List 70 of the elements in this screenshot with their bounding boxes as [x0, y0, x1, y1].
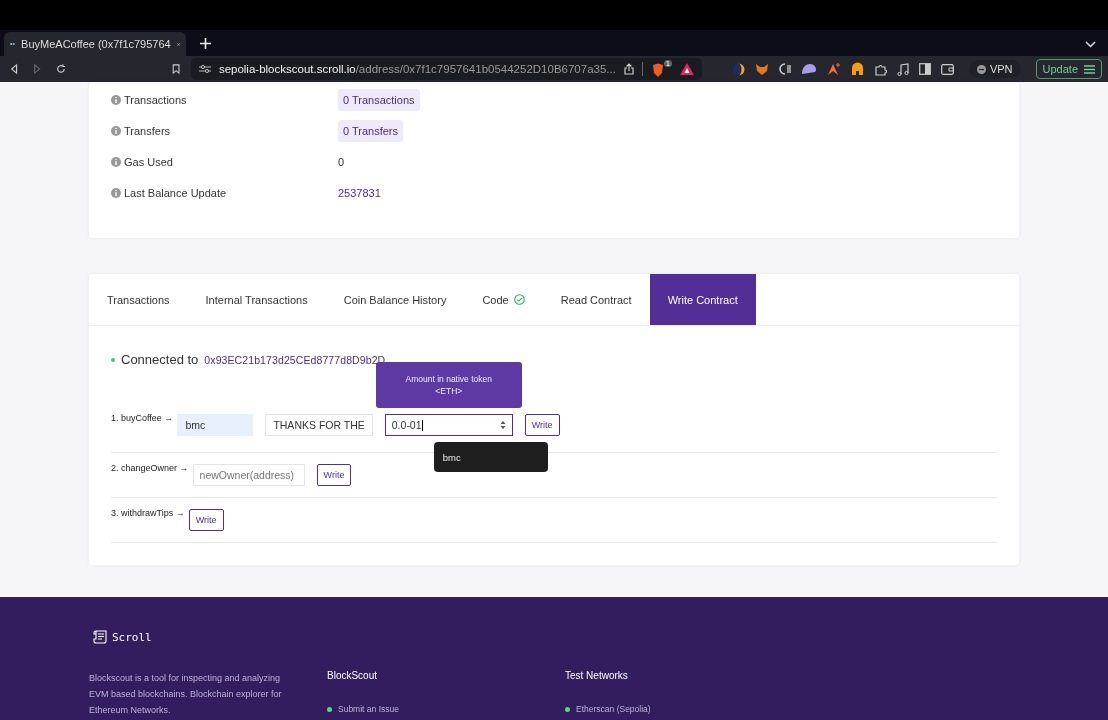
helmet-icon[interactable] — [850, 62, 864, 76]
chevron-down-icon[interactable] — [1085, 41, 1096, 48]
input-field[interactable]: newOwner(address) — [192, 464, 305, 486]
spinner-icon[interactable] — [499, 420, 506, 430]
favicon-icon — [10, 40, 16, 48]
extension-icon[interactable] — [731, 62, 745, 76]
menu-icon — [1084, 64, 1096, 74]
bullet-icon — [565, 706, 570, 712]
reload-icon[interactable] — [56, 63, 67, 75]
method-name: 2. changeOwner → — [111, 463, 189, 473]
detail-label: Gas Used — [124, 156, 173, 168]
count-link[interactable]: 0 Transfers — [338, 120, 404, 142]
connected-label: Connected to — [121, 352, 199, 367]
new-tab-icon[interactable] — [200, 38, 211, 49]
fox-icon[interactable] — [754, 62, 769, 76]
input-field[interactable]: bmc — [177, 414, 254, 436]
autocomplete-item[interactable]: bmc — [442, 451, 461, 463]
back-icon[interactable] — [10, 63, 19, 75]
wallet-icon[interactable] — [940, 63, 954, 75]
tab[interactable]: Read Contract — [542, 274, 650, 325]
tab-title: BuyMeACoffee (0x7f1c795764 — [21, 38, 171, 50]
music-icon[interactable] — [896, 62, 909, 76]
wallet-address-link[interactable]: 0x93EC21b173d25CEd8777d8D9b2D — [204, 353, 386, 366]
triangle-icon[interactable] — [679, 63, 694, 75]
puzzle-icon[interactable] — [873, 62, 887, 76]
write-button[interactable]: Write — [188, 509, 224, 531]
extension-icon[interactable] — [778, 62, 791, 76]
tab[interactable]: Write Contract — [649, 274, 756, 325]
tab[interactable]: Transactions — [89, 274, 188, 325]
input-field[interactable]: THANKS FOR THE — [265, 414, 373, 436]
tab[interactable]: Internal Transactions — [187, 274, 326, 325]
vpn-button[interactable]: VPN — [968, 60, 1021, 78]
tab[interactable]: Code — [464, 274, 543, 325]
forward-icon[interactable] — [33, 63, 42, 75]
footer-heading: BlockScout — [327, 670, 379, 681]
detail-label: Transfers — [124, 125, 171, 137]
url-host: sepolia-blockscout.scroll.io — [218, 63, 356, 75]
footer-logo-text: Scroll — [112, 630, 152, 644]
bullet-icon — [327, 706, 332, 712]
tooltip-text: <ETH> — [435, 386, 463, 396]
browser-tab[interactable]: BuyMeACoffee (0x7f1c795764 — [4, 32, 186, 56]
info-icon[interactable] — [111, 95, 121, 105]
count-link[interactable]: 0 Transactions — [338, 89, 420, 111]
method-name: 1. buyCoffee → — [111, 413, 174, 423]
ghost-icon[interactable] — [800, 63, 817, 75]
detail-label: Transactions — [124, 94, 187, 106]
write-button[interactable]: Write — [316, 464, 352, 486]
site-settings-icon[interactable] — [198, 64, 211, 74]
block-link[interactable]: 2537831 — [338, 187, 381, 199]
footer-heading: Test Networks — [565, 670, 629, 681]
tooltip-text: Amount in native token — [405, 374, 492, 384]
footer-description: Blockscout is a tool for inspecting and analyzing EVM based blockchains. Blockchain explorer for Ethereum Networks. — [89, 672, 283, 717]
update-button[interactable]: Update — [1035, 59, 1103, 79]
share-icon[interactable] — [623, 63, 634, 75]
footer-link[interactable]: Etherscan (Sepolia) — [576, 704, 651, 714]
method-name: 3. withdrawTips → — [111, 508, 185, 518]
scroll-logo-icon — [93, 629, 108, 645]
tab[interactable]: Coin Balance History — [325, 274, 465, 325]
info-icon[interactable] — [111, 188, 121, 198]
write-button[interactable]: Write — [524, 414, 560, 436]
sidebar-icon[interactable] — [918, 63, 931, 75]
bookmark-icon[interactable] — [171, 63, 180, 75]
info-icon[interactable] — [111, 157, 121, 167]
vpn-status-icon — [976, 64, 986, 74]
detail-value: 0 — [338, 156, 345, 168]
info-icon[interactable] — [111, 126, 121, 136]
detail-label: Last Balance Update — [124, 187, 227, 199]
footer-link[interactable]: Submit an Issue — [338, 704, 399, 714]
url-path: /address/0x7f1c7957641b0544252D10B6707a35... — [355, 63, 616, 75]
extension-icon[interactable] — [826, 62, 841, 76]
